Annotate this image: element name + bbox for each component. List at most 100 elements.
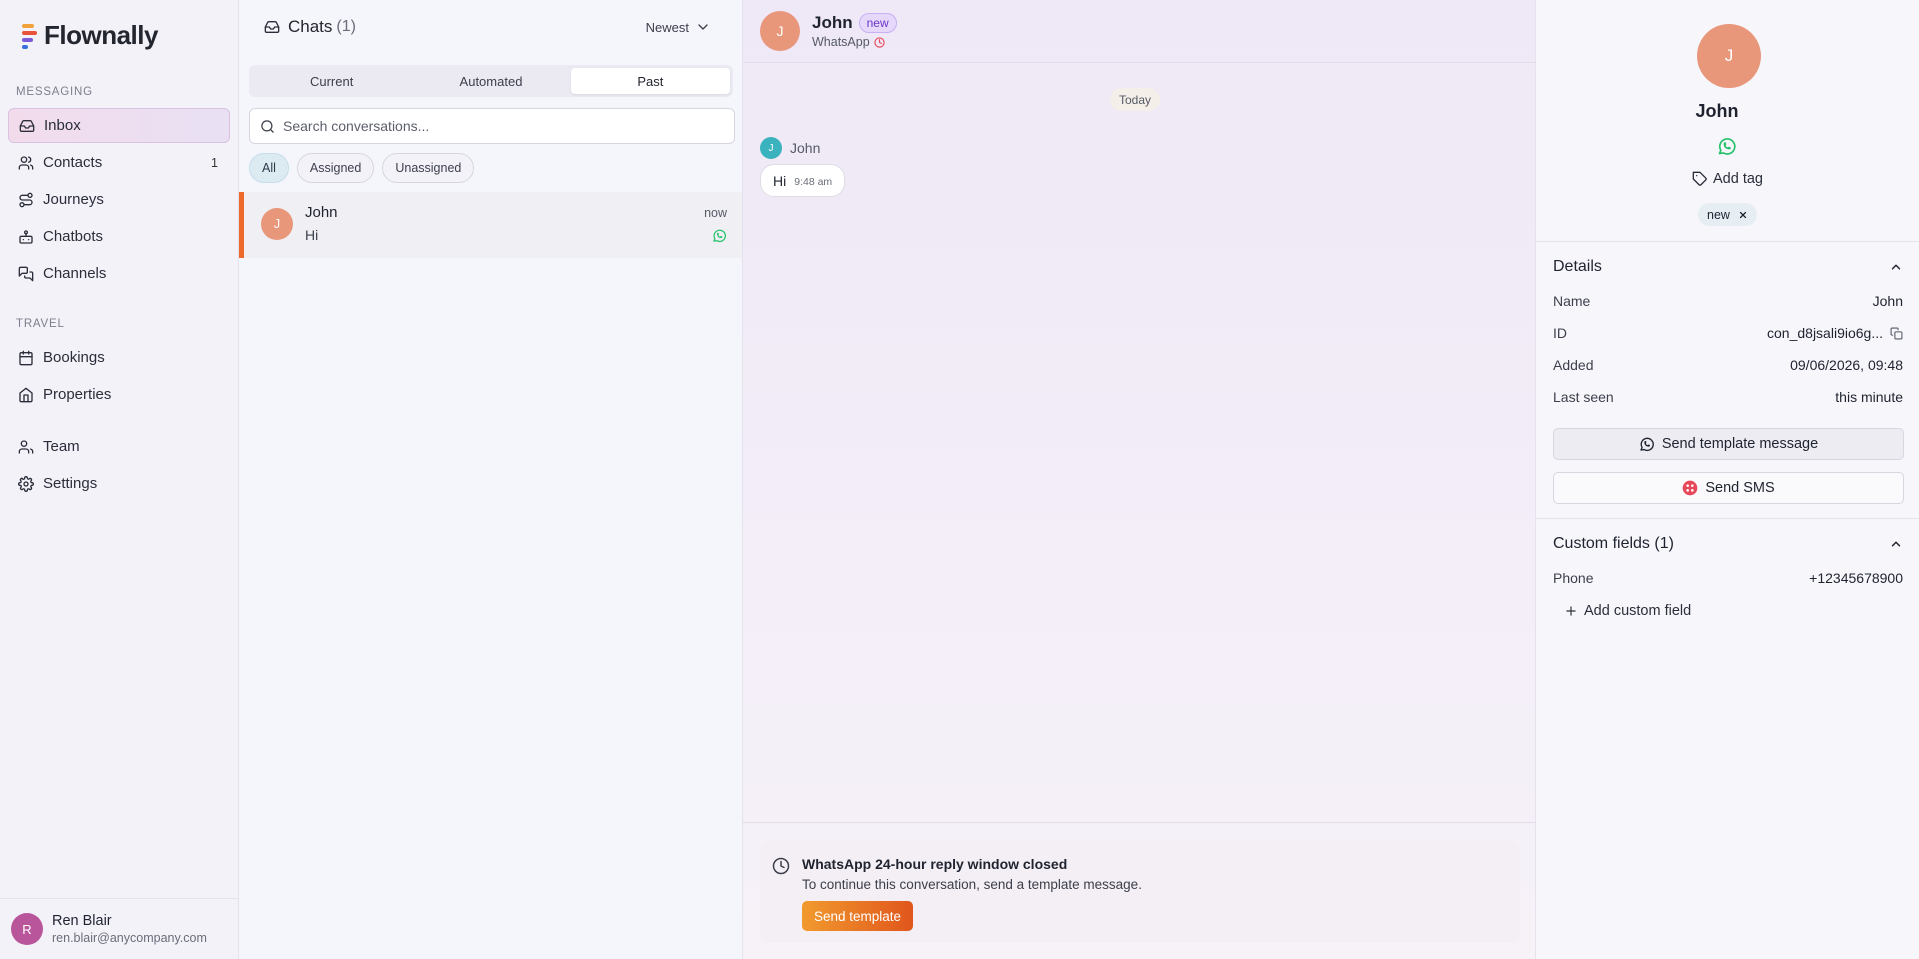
message-bubble[interactable]: Hi 9:48 am (760, 164, 846, 197)
sidebar-item-settings[interactable]: Settings (8, 466, 230, 501)
details-section: Details Name John ID con_d8jsali9io6g...… (1536, 241, 1919, 518)
sidebar-item-journeys[interactable]: Journeys (8, 182, 230, 217)
channel-label: WhatsApp (812, 35, 870, 49)
logo-text: Flownally (44, 20, 158, 50)
sidebar-item-label: Channels (43, 265, 107, 282)
team-icon (18, 439, 34, 454)
tab-automated[interactable]: Automated (411, 68, 570, 94)
inbox-icon (264, 21, 280, 33)
sidebar-item-label: Properties (43, 386, 112, 403)
sidebar-item-inbox[interactable]: Inbox (8, 108, 230, 143)
users-icon (18, 155, 34, 170)
home-icon (19, 387, 33, 402)
logo[interactable]: Flownally (20, 20, 158, 51)
whatsapp-icon (1718, 138, 1736, 155)
notice-title: WhatsApp 24-hour reply window closed (802, 856, 1068, 872)
details-title: Details (1553, 258, 1602, 275)
inbox-icon (19, 119, 35, 132)
sidebar-item-bookings[interactable]: Bookings (8, 340, 230, 375)
chevron-up-icon (1891, 541, 1901, 547)
add-custom-field-button[interactable]: Add custom field (1564, 603, 1691, 619)
message-text: Hi (773, 172, 787, 189)
whatsapp-icon (713, 229, 726, 242)
conversation-time: now (704, 205, 727, 220)
custom-fields-header[interactable]: Custom fields (1) (1553, 535, 1903, 553)
tab-current[interactable]: Current (252, 68, 411, 94)
conversation-channel: WhatsApp (812, 35, 897, 49)
sidebar: Flownally MESSAGING Inbox Contacts 1 Jou… (0, 0, 239, 959)
user-email: ren.blair@anycompany.com (52, 931, 207, 945)
sidebar-item-label: Team (43, 438, 80, 455)
contact-panel: J John Add tag new Details Name John ID … (1536, 0, 1919, 959)
conversation-name: John (305, 204, 338, 221)
add-custom-field-label: Add custom field (1584, 603, 1692, 619)
filter-unassigned[interactable]: Unassigned (382, 153, 475, 183)
detail-key: ID (1553, 325, 1567, 341)
sidebar-item-contacts[interactable]: Contacts 1 (8, 145, 230, 180)
detail-value: this minute (1835, 389, 1903, 405)
custom-field-row-phone: Phone +12345678900 (1553, 570, 1903, 586)
sidebar-item-team[interactable]: Team (8, 429, 230, 464)
sidebar-item-chatbots[interactable]: Chatbots (8, 219, 230, 254)
send-sms-button[interactable]: Send SMS (1553, 472, 1904, 504)
detail-value: John (1872, 293, 1903, 309)
send-sms-label: Send SMS (1705, 480, 1775, 496)
composer-area: WhatsApp 24-hour reply window closed To … (743, 822, 1536, 959)
user-profile[interactable]: R Ren Blair ren.blair@anycompany.com (0, 898, 239, 959)
filter-assigned[interactable]: Assigned (296, 153, 375, 183)
detail-row-added: Added 09/06/2026, 09:48 (1553, 357, 1903, 373)
tab-past[interactable]: Past (570, 68, 730, 94)
date-divider: Today (1110, 88, 1161, 111)
detail-key: Added (1553, 357, 1594, 373)
search-box (249, 108, 735, 144)
nav-section-travel: TRAVEL (16, 318, 65, 330)
route-icon (19, 192, 33, 207)
add-tag-label: Add tag (1713, 171, 1763, 187)
tag-chip: new (1698, 203, 1757, 226)
contact-name: John (1695, 101, 1739, 121)
list-item[interactable]: J John now Hi (239, 192, 742, 258)
sidebar-item-channels[interactable]: Channels (8, 256, 230, 291)
detail-row-id: ID con_d8jsali9io6g... (1553, 325, 1903, 341)
copy-icon[interactable] (1890, 327, 1903, 340)
calendar-icon (19, 350, 33, 365)
send-template-button[interactable]: Send template (802, 901, 914, 931)
avatar[interactable]: J (760, 11, 800, 51)
whatsapp-icon (1640, 437, 1654, 451)
detail-key: Last seen (1553, 389, 1614, 405)
custom-field-key: Phone (1553, 570, 1594, 586)
chat-list-header: Chats (1) Newest (239, 0, 743, 54)
details-header[interactable]: Details (1553, 258, 1903, 276)
sidebar-item-label: Settings (43, 475, 98, 492)
sidebar-item-properties[interactable]: Properties (8, 377, 230, 412)
detail-value-id: con_d8jsali9io6g... (1767, 325, 1903, 341)
detail-key: Name (1553, 293, 1591, 309)
sidebar-item-label: Inbox (44, 117, 81, 134)
contacts-count-badge: 1 (211, 155, 218, 170)
close-icon[interactable] (1738, 210, 1748, 220)
search-input[interactable] (283, 118, 724, 134)
search-icon (261, 119, 274, 133)
chevron-up-icon (1891, 264, 1901, 270)
contact-name: John (812, 13, 853, 32)
chevron-down-icon (698, 24, 708, 30)
sort-label: Newest (645, 19, 689, 35)
sidebar-item-label: Contacts (43, 154, 103, 171)
avatar: J (261, 208, 293, 240)
gear-icon (18, 475, 34, 492)
avatar: J (760, 137, 782, 159)
tag-icon (1692, 171, 1707, 186)
detail-row-last-seen: Last seen this minute (1553, 389, 1903, 405)
sort-dropdown[interactable]: Newest (646, 19, 719, 35)
detail-value: 09/06/2026, 09:48 (1790, 357, 1903, 373)
sms-icon (1682, 480, 1698, 496)
chat-status-tabs: Current Automated Past (249, 65, 733, 97)
clock-icon (772, 857, 790, 875)
add-tag-button[interactable]: Add tag (1692, 171, 1763, 187)
status-badge: new (858, 13, 897, 33)
custom-field-value: +12345678900 (1809, 570, 1903, 586)
filter-all[interactable]: All (249, 153, 289, 183)
send-template-message-button[interactable]: Send template message (1553, 428, 1904, 460)
plus-icon (1566, 606, 1576, 616)
sidebar-item-label: Journeys (43, 191, 104, 208)
